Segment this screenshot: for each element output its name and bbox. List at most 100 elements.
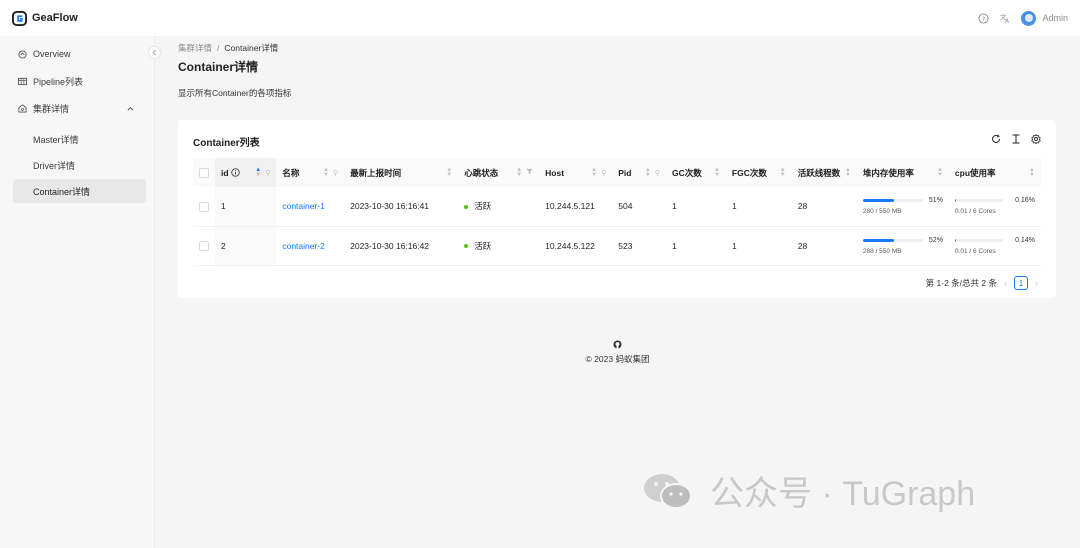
sidebar-item-label: Master详情 (33, 134, 79, 145)
svg-text:?: ? (982, 14, 985, 22)
breadcrumb-parent[interactable]: 集群详情 (178, 43, 212, 53)
container-link[interactable]: container-1 (282, 201, 325, 211)
heap-percent: 51% (928, 197, 943, 205)
select-all-cell (193, 158, 215, 187)
cell-heap: 51% 280 / 550 MB (856, 187, 949, 227)
select-all-checkbox[interactable] (199, 167, 209, 178)
translate-icon[interactable]: 文A (999, 12, 1011, 24)
table-icon (17, 76, 27, 86)
filter-icon[interactable] (526, 168, 533, 177)
page-title: Container详情 (178, 60, 259, 74)
container-link[interactable]: container-2 (282, 241, 325, 251)
cell-last-report: 2023-10-30 16:16:42 (344, 226, 459, 266)
geaflow-logo-icon (12, 10, 27, 26)
sort-icon[interactable]: ▲ ▼ (516, 167, 522, 178)
cell-id: 1 (215, 187, 277, 227)
search-icon[interactable]: ⚲ (333, 169, 338, 177)
watermark: 公众号 · TuGraph (640, 466, 975, 515)
column-header-id[interactable]: id ▲ ▼ ⚲ (215, 158, 277, 187)
avatar[interactable] (1021, 10, 1037, 26)
sidebar-item-label: Container详情 (33, 186, 91, 197)
app-name: GeaFlow (32, 12, 78, 24)
column-header-heap[interactable]: 堆内存使用率 ▲ ▼ (857, 158, 949, 187)
page-button-1[interactable]: 1 (1014, 276, 1028, 290)
search-icon[interactable]: ⚲ (265, 169, 270, 177)
cell-pid: 523 (612, 226, 666, 266)
app-logo[interactable]: GeaFlow (12, 10, 78, 26)
table-header-row: id ▲ ▼ ⚲ 名称 ▲ ▼ ⚲ 最新上报时间 ▲ ▼ 心跳状态 ▲ ▼ Ho… (193, 158, 1041, 187)
column-header-label: Pid (618, 167, 632, 178)
reload-icon[interactable] (990, 133, 1001, 144)
table-row[interactable]: 2 container-2 2023-10-30 16:16:42 活跃 10.… (193, 226, 1041, 266)
cell-pid: 504 (612, 187, 666, 227)
cell-cpu: 0.16% 0.01 / 6 Cores (948, 187, 1041, 227)
table-toolbar (990, 133, 1041, 144)
prev-page-icon[interactable]: ‹ (1004, 278, 1007, 288)
column-header-label: FGC次数 (731, 167, 767, 178)
user-name[interactable]: Admin (1042, 13, 1068, 23)
next-page-icon[interactable]: › (1035, 278, 1038, 288)
column-header-heartbeat[interactable]: 心跳状态 ▲ ▼ (458, 158, 539, 187)
cluster-icon (17, 103, 27, 113)
sidebar-item-label: Overview (33, 49, 71, 59)
sort-icon[interactable]: ▲ ▼ (780, 167, 786, 178)
search-icon[interactable]: ⚲ (601, 169, 606, 177)
sidebar-item-container[interactable]: Container详情 (13, 179, 146, 203)
column-header-host[interactable]: Host ▲ ▼ ⚲ (539, 158, 612, 187)
sort-icon[interactable]: ▲ ▼ (1029, 167, 1035, 178)
container-list-card: Container列表 id ▲ ▼ ⚲ 名称 ▲ ▼ ⚲ 最新上报时间 ▲ ▼… (178, 120, 1056, 298)
sidebar-item-driver[interactable]: Driver详情 (13, 153, 146, 177)
column-header-fgc[interactable]: FGC次数 ▲ ▼ (726, 158, 792, 187)
heap-progress-bar (862, 199, 923, 203)
help-icon[interactable]: ? (977, 12, 989, 24)
card-title: Container列表 (193, 138, 260, 149)
heap-usage: 280 / 550 MB (862, 208, 902, 216)
breadcrumb-current: Container详情 (224, 43, 279, 53)
sidebar-item-master[interactable]: Master详情 (13, 127, 146, 151)
table-row[interactable]: 1 container-1 2023-10-30 16:16:41 活跃 1 0.… (193, 187, 1041, 227)
density-icon[interactable] (1010, 133, 1021, 144)
cell-threads: 28 (791, 226, 857, 266)
sort-icon[interactable]: ▲ ▼ (255, 167, 261, 178)
heap-usage: 288 / 550 MB (862, 247, 902, 255)
cell-gc: 1 (665, 187, 726, 227)
heap-progress-fill (862, 199, 894, 203)
wechat-icon (644, 473, 692, 509)
sort-icon[interactable]: ▲ ▼ (591, 167, 597, 178)
cell-last-report: 2023-10-30 16:16:41 (344, 187, 459, 227)
column-header-gc[interactable]: GC次数 ▲ ▼ (666, 158, 726, 187)
cpu-percent: 0.14% (1015, 236, 1035, 244)
sidebar-item-overview[interactable]: Overview (0, 41, 154, 67)
heap-percent: 52% (928, 236, 943, 244)
search-icon[interactable]: ⚲ (655, 169, 660, 177)
chevron-up-icon[interactable] (127, 103, 134, 113)
page-description: 显示所有Container的各项指标 (178, 88, 292, 98)
column-header-label: 活跃线程数 (797, 167, 841, 178)
row-checkbox[interactable] (199, 240, 209, 251)
sort-icon[interactable]: ▲ ▼ (845, 167, 851, 178)
sort-icon[interactable]: ▲ ▼ (937, 167, 943, 178)
container-table: id ▲ ▼ ⚲ 名称 ▲ ▼ ⚲ 最新上报时间 ▲ ▼ 心跳状态 ▲ ▼ Ho… (193, 158, 1041, 266)
cpu-usage: 0.01 / 6 Cores (954, 208, 996, 216)
info-icon[interactable] (230, 168, 240, 177)
sort-icon[interactable]: ▲ ▼ (645, 167, 651, 178)
cell-name: container-2 (276, 226, 345, 266)
column-header-last-report[interactable]: 最新上报时间 ▲ ▼ (344, 158, 458, 187)
sort-icon[interactable]: ▲ ▼ (446, 167, 452, 178)
column-header-label: 堆内存使用率 (862, 167, 914, 178)
column-header-label: 名称 (282, 167, 300, 178)
column-header-pid[interactable]: Pid ▲ ▼ ⚲ (612, 158, 666, 187)
sidebar-item-cluster[interactable]: 集群详情 (0, 95, 154, 121)
breadcrumb: 集群详情 / Container详情 (178, 42, 278, 54)
github-icon[interactable] (613, 340, 622, 349)
sort-icon[interactable]: ▲ ▼ (714, 167, 720, 178)
heap-progress-bar (862, 238, 923, 242)
sort-icon[interactable]: ▲ ▼ (323, 167, 329, 178)
cell-heartbeat: 活跃 (458, 187, 540, 227)
settings-icon[interactable] (1030, 133, 1041, 144)
column-header-cpu[interactable]: cpu使用率 ▲ ▼ (949, 158, 1041, 187)
column-header-name[interactable]: 名称 ▲ ▼ ⚲ (276, 158, 344, 187)
column-header-threads[interactable]: 活跃线程数 ▲ ▼ (792, 158, 857, 187)
sidebar-item-pipeline[interactable]: Pipeline列表 (0, 68, 154, 94)
row-checkbox[interactable] (199, 201, 209, 212)
